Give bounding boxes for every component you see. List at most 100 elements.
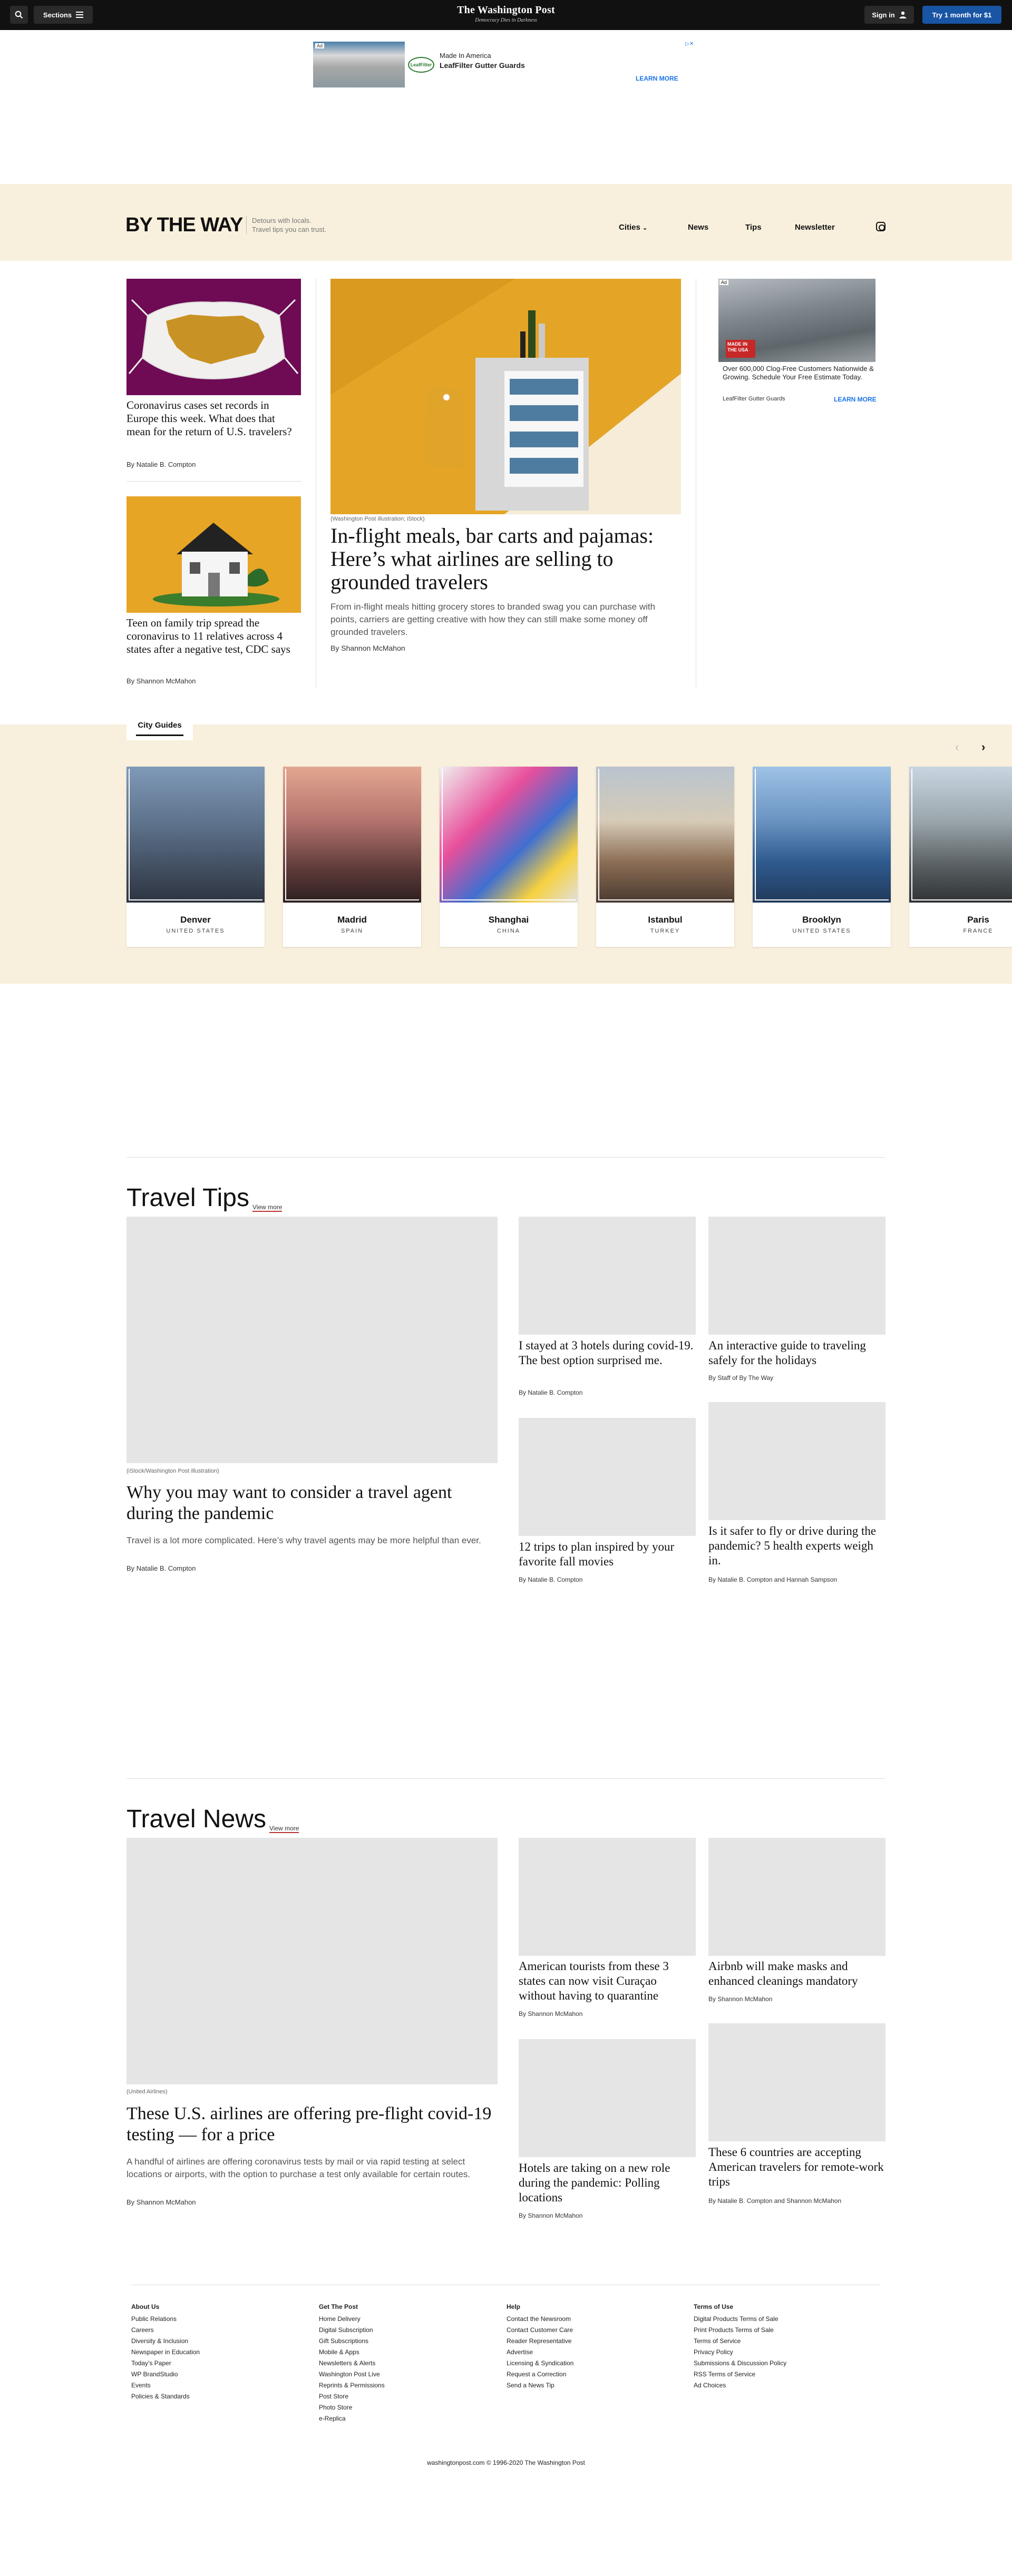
search-button[interactable] xyxy=(10,6,28,24)
story-image[interactable] xyxy=(519,2039,696,2157)
footer-link[interactable]: Reader Representative xyxy=(507,2336,573,2347)
footer-link[interactable]: Reprints & Permissions xyxy=(319,2380,385,2391)
footer-link[interactable]: Digital Products Terms of Sale xyxy=(694,2314,786,2325)
footer-link[interactable]: Request a Correction xyxy=(507,2369,573,2380)
travel-tips-view-more-link[interactable]: View more xyxy=(252,1203,283,1212)
city-card-shanghai[interactable]: Shanghai CHINA xyxy=(440,767,578,947)
city-card-paris[interactable]: Paris FRANCE xyxy=(909,767,1012,947)
travel-tips-heading[interactable]: Travel Tips xyxy=(126,1184,249,1212)
house-image[interactable] xyxy=(126,496,301,613)
footer-link[interactable]: Send a News Tip xyxy=(507,2380,573,2391)
story-headline[interactable]: Is it safer to fly or drive during the p… xyxy=(708,1524,886,1568)
top-banner-ad[interactable]: Ad LeafFilter Made In America LeafFilter… xyxy=(313,40,699,89)
footer-link[interactable]: Gift Subscriptions xyxy=(319,2336,385,2347)
mask-map-image[interactable] xyxy=(126,279,301,395)
story-byline[interactable]: By Natalie B. Compton and Shannon McMaho… xyxy=(708,2197,841,2205)
footer-link[interactable]: RSS Terms of Service xyxy=(694,2369,786,2380)
ad-learn-more-link[interactable]: LEARN MORE xyxy=(636,75,678,82)
washington-post-logo[interactable]: The Washington Post Democracy Dies in Da… xyxy=(401,4,611,23)
story-byline[interactable]: By Staff of By The Way xyxy=(708,1374,773,1382)
hero-illustration[interactable] xyxy=(330,279,681,514)
footer-link[interactable]: Newsletters & Alerts xyxy=(319,2358,385,2369)
story-headline[interactable]: An interactive guide to traveling safely… xyxy=(708,1338,886,1368)
footer-link[interactable]: Advertise xyxy=(507,2347,573,2358)
footer-link[interactable]: Ad Choices xyxy=(694,2380,786,2391)
footer-link[interactable]: Print Products Terms of Sale xyxy=(694,2325,786,2336)
ad-learn-more-link[interactable]: LEARN MORE xyxy=(834,396,877,403)
footer-link[interactable]: Terms of Service xyxy=(694,2336,786,2347)
footer-link[interactable]: Home Delivery xyxy=(319,2314,385,2325)
footer-link[interactable]: Contact Customer Care xyxy=(507,2325,573,2336)
hero-byline[interactable]: By Shannon McMahon xyxy=(330,644,405,652)
story-headline[interactable]: Airbnb will make masks and enhanced clea… xyxy=(708,1959,886,1989)
story-byline[interactable]: By Shannon McMahon xyxy=(708,1995,772,2003)
footer-link[interactable]: Photo Store xyxy=(319,2402,385,2413)
footer-link[interactable]: Washington Post Live xyxy=(319,2369,385,2380)
footer-link[interactable]: Post Store xyxy=(319,2391,385,2402)
footer-link[interactable]: Events xyxy=(131,2380,200,2391)
hero-headline[interactable]: In-flight meals, bar carts and pajamas: … xyxy=(330,524,681,594)
story-image[interactable] xyxy=(708,2023,886,2141)
footer-link[interactable]: Newspaper in Education xyxy=(131,2347,200,2358)
ad-choices-icon[interactable]: ▷✕ xyxy=(685,41,694,47)
story-image[interactable] xyxy=(519,1418,696,1536)
footer-link[interactable]: Privacy Policy xyxy=(694,2347,786,2358)
lead-story-image[interactable] xyxy=(126,1838,498,2084)
carousel-next-button[interactable]: › xyxy=(981,740,985,754)
nav-cities[interactable]: Cities ⌄ xyxy=(619,223,647,232)
by-the-way-logo[interactable]: BY THE WAY xyxy=(125,214,243,237)
story-byline[interactable]: By Natalie B. Compton xyxy=(126,461,196,468)
sections-menu-button[interactable]: Sections xyxy=(34,6,93,24)
story-image[interactable] xyxy=(519,1217,696,1335)
story-headline[interactable]: Coronavirus cases set records in Europe … xyxy=(126,399,301,438)
story-image[interactable] xyxy=(519,1838,696,1956)
footer-link[interactable]: Mobile & Apps xyxy=(319,2347,385,2358)
story-image[interactable] xyxy=(708,1217,886,1335)
story-headline[interactable]: Hotels are taking on a new role during t… xyxy=(519,2161,696,2205)
city-card-denver[interactable]: Denver UNITED STATES xyxy=(126,767,265,947)
sign-in-button[interactable]: Sign in xyxy=(864,6,914,24)
story-image[interactable] xyxy=(708,1402,886,1520)
carousel-prev-button[interactable]: ‹ xyxy=(955,740,959,754)
footer-link[interactable]: Today’s Paper xyxy=(131,2358,200,2369)
nav-newsletter[interactable]: Newsletter xyxy=(795,223,835,232)
story-headline[interactable]: American tourists from these 3 states ca… xyxy=(519,1959,696,2003)
tab-city-guides[interactable]: City Guides xyxy=(126,716,193,740)
footer-link[interactable]: Diversity & Inclusion xyxy=(131,2336,200,2347)
subscribe-button[interactable]: Try 1 month for $1 xyxy=(922,6,1001,24)
lead-story-byline[interactable]: By Natalie B. Compton xyxy=(126,1564,196,1572)
travel-news-view-more-link[interactable]: View more xyxy=(269,1825,299,1833)
footer-link[interactable]: Careers xyxy=(131,2325,200,2336)
footer-link[interactable]: Submissions & Discussion Policy xyxy=(694,2358,786,2369)
story-headline[interactable]: I stayed at 3 hotels during covid-19. Th… xyxy=(519,1338,696,1368)
nav-tips[interactable]: Tips xyxy=(745,223,762,232)
story-byline[interactable]: By Natalie B. Compton and Hannah Sampson xyxy=(708,1576,837,1583)
city-card-madrid[interactable]: Madrid SPAIN xyxy=(283,767,421,947)
story-headline[interactable]: Teen on family trip spread the coronavir… xyxy=(126,616,301,656)
lead-story-headline[interactable]: Why you may want to consider a travel ag… xyxy=(126,1482,495,1524)
footer-link[interactable]: Digital Subscription xyxy=(319,2325,385,2336)
story-byline[interactable]: By Shannon McMahon xyxy=(519,2212,582,2219)
lead-story-byline[interactable]: By Shannon McMahon xyxy=(126,2198,196,2206)
footer-link[interactable]: WP BrandStudio xyxy=(131,2369,200,2380)
nav-news[interactable]: News xyxy=(688,223,708,232)
footer-link[interactable]: e-Replica xyxy=(319,2413,385,2424)
lead-story-headline[interactable]: These U.S. airlines are offering pre-fli… xyxy=(126,2103,495,2146)
footer-link[interactable]: Contact the Newsroom xyxy=(507,2314,573,2325)
story-headline[interactable]: These 6 countries are accepting American… xyxy=(708,2145,886,2189)
story-byline[interactable]: By Natalie B. Compton xyxy=(519,1389,582,1396)
instagram-icon[interactable] xyxy=(876,222,886,231)
story-byline[interactable]: By Shannon McMahon xyxy=(519,2010,582,2017)
story-image[interactable] xyxy=(708,1838,886,1956)
city-card-istanbul[interactable]: Istanbul TURKEY xyxy=(596,767,734,947)
lead-story-image[interactable] xyxy=(126,1217,498,1463)
footer-link[interactable]: Licensing & Syndication xyxy=(507,2358,573,2369)
story-headline[interactable]: 12 trips to plan inspired by your favori… xyxy=(519,1540,696,1569)
footer-link[interactable]: Policies & Standards xyxy=(131,2391,200,2402)
city-card-brooklyn[interactable]: Brooklyn UNITED STATES xyxy=(753,767,891,947)
footer-link[interactable]: Public Relations xyxy=(131,2314,200,2325)
story-byline[interactable]: By Shannon McMahon xyxy=(126,677,196,685)
travel-news-heading[interactable]: Travel News xyxy=(126,1806,266,1833)
sidebar-ad[interactable]: Ad MADE IN THE USA Over 600,000 Clog-Fre… xyxy=(715,278,879,414)
story-byline[interactable]: By Natalie B. Compton xyxy=(519,1576,582,1583)
